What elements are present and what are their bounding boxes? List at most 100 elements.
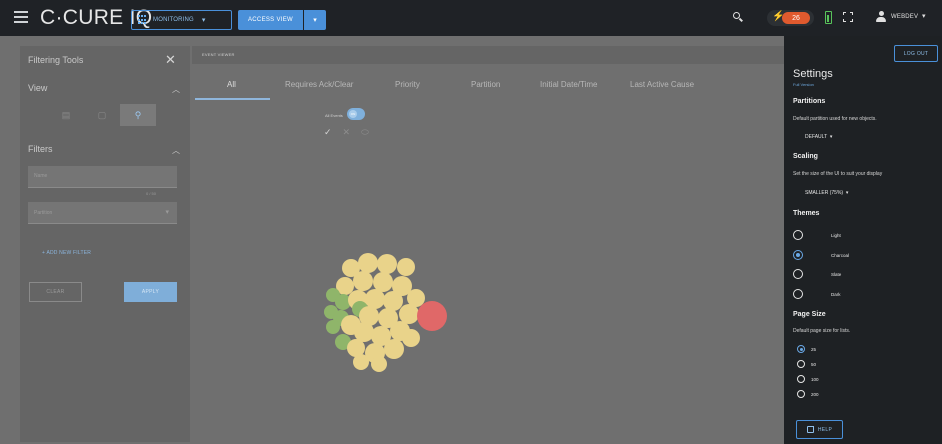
monitoring-label: MONITORING — [153, 17, 194, 23]
help-button[interactable]: HELP — [796, 420, 843, 439]
clear-x-icon[interactable]: ✕ — [343, 127, 351, 138]
close-icon[interactable]: ✕ — [165, 52, 176, 68]
tag-icon[interactable]: ⬭ — [361, 127, 369, 138]
theme-label-light: Light — [831, 233, 841, 238]
top-bar: C·CURE IQ MONITORING ▾ ACCESS VIEW ▾ ⚡ 2… — [0, 0, 942, 36]
event-bubble[interactable] — [399, 304, 419, 324]
search-icon[interactable] — [733, 12, 743, 22]
list-view-icon[interactable]: ▤ — [48, 104, 84, 126]
acknowledge-check-icon[interactable]: ✓ — [324, 127, 332, 138]
theme-radio-slate[interactable] — [793, 269, 803, 279]
event-bubble[interactable] — [354, 322, 374, 342]
clear-button[interactable]: CLEAR — [29, 282, 82, 302]
themes-section-label: Themes — [793, 210, 820, 217]
log-out-button[interactable]: LOG OUT — [894, 45, 938, 62]
filtering-tools-panel: Filtering Tools ✕ View ︿ ▤ ▢ ⚲ Filters ︿… — [20, 46, 190, 442]
all-events-label: All Events — [325, 113, 343, 118]
page-size-description: Default page size for lists. — [793, 328, 851, 334]
page-size-radio-200[interactable] — [797, 390, 805, 398]
all-events-toggle[interactable]: ON — [347, 108, 365, 120]
bubble-cluster — [324, 253, 447, 372]
theme-label-charcoal: Charcoal — [831, 253, 850, 258]
event-bubble-chart — [324, 253, 447, 372]
view-mode-toggle: ▤ ▢ ⚲ — [48, 104, 156, 126]
open-external-icon — [806, 426, 814, 433]
chevron-down-icon: ▾ — [828, 134, 833, 140]
apps-grid-icon — [138, 15, 148, 25]
settings-panel: LOG OUT Settings Full Version Partitions… — [784, 36, 942, 444]
tab-requires-ack-clear[interactable]: Requires Ack/Clear — [285, 80, 353, 89]
event-bubble[interactable] — [326, 320, 340, 334]
filters-section-label: Filters — [28, 144, 53, 154]
event-bubble[interactable] — [365, 289, 385, 309]
apply-button[interactable]: APPLY — [124, 282, 177, 302]
bubble-view-icon[interactable]: ⚲ — [120, 104, 156, 126]
event-viewer-header: EVENT VIEWER — [192, 46, 784, 64]
chevron-down-icon: ▾ — [201, 17, 206, 24]
app-root: C·CURE IQ MONITORING ▾ ACCESS VIEW ▾ ⚡ 2… — [0, 0, 942, 444]
user-icon[interactable] — [876, 11, 886, 22]
filters-collapse-chevron-icon[interactable]: ︿ — [172, 145, 180, 156]
event-bubble[interactable] — [353, 271, 373, 291]
hamburger-menu-icon[interactable] — [14, 11, 28, 23]
active-tab-indicator — [195, 98, 270, 100]
scaling-section-label: Scaling — [793, 153, 818, 160]
card-view-icon[interactable]: ▢ — [84, 104, 120, 126]
all-events-toggle-knob: ON — [349, 110, 357, 118]
chevron-down-icon: ▾ — [844, 190, 849, 196]
tab-last-active-cause[interactable]: Last Active Cause — [630, 80, 694, 89]
event-bubble[interactable] — [371, 356, 387, 372]
monitoring-dropdown-button[interactable]: MONITORING ▾ — [131, 10, 232, 30]
event-bubble[interactable] — [373, 272, 393, 292]
add-new-filter-button[interactable]: + ADD NEW FILTER — [42, 250, 91, 256]
theme-radio-dark[interactable] — [793, 289, 803, 299]
scaling-dropdown[interactable]: SMALLER (75%) ▾ — [805, 190, 848, 196]
add-new-filter-label: ADD NEW FILTER — [46, 250, 92, 256]
theme-radio-light[interactable] — [793, 230, 803, 240]
user-menu-chevron-icon[interactable]: ▾ — [922, 12, 926, 20]
chevron-down-icon: ▾ — [165, 209, 169, 216]
page-size-section-label: Page Size — [793, 311, 826, 318]
view-collapse-chevron-icon[interactable]: ︿ — [172, 84, 180, 95]
page-size-label-100: 100 — [811, 377, 819, 382]
page-size-label-50: 50 — [811, 362, 817, 367]
tab-all[interactable]: All — [227, 80, 236, 89]
tab-initial-date-time[interactable]: Initial Date/Time — [540, 80, 598, 89]
tab-priority[interactable]: Priority — [395, 80, 420, 89]
view-section-label: View — [28, 83, 48, 93]
tab-partition[interactable]: Partition — [471, 80, 500, 89]
name-filter-placeholder: Name — [34, 173, 48, 179]
event-bubble[interactable] — [402, 329, 420, 347]
name-filter-input[interactable]: Name — [28, 166, 177, 188]
page-size-radio-100[interactable] — [797, 375, 805, 383]
theme-label-dark: Dark — [831, 292, 841, 297]
page-size-radio-25[interactable] — [797, 345, 805, 353]
settings-full-version-link[interactable]: Full Version — [793, 82, 814, 87]
event-bubble[interactable] — [384, 339, 404, 359]
partition-dropdown[interactable]: DEFAULT ▾ — [805, 134, 832, 140]
partition-filter-placeholder: Partition — [34, 210, 53, 216]
name-character-counter: 0 / 50 — [146, 191, 157, 196]
event-viewer-tabs: All Requires Ack/Clear Priority Partitio… — [192, 73, 784, 100]
event-bubble[interactable] — [353, 354, 369, 370]
scaling-description: Set the size of the UI to suit your disp… — [793, 171, 883, 177]
battery-status-icon — [825, 11, 832, 24]
page-size-radio-50[interactable] — [797, 360, 805, 368]
access-view-button[interactable]: ACCESS VIEW — [238, 10, 303, 30]
event-action-icons: ✓ ✕ ⬭ — [324, 127, 369, 138]
event-viewer-title: EVENT VIEWER — [202, 52, 235, 57]
scaling-dropdown-value: SMALLER (75%) — [805, 190, 844, 196]
event-bubble[interactable] — [377, 254, 397, 274]
fullscreen-icon[interactable] — [843, 12, 853, 22]
partitions-section-label: Partitions — [793, 98, 826, 105]
partition-filter-select[interactable]: Partition ▾ — [28, 202, 177, 224]
partitions-description: Default partition used for new objects. — [793, 116, 877, 122]
filtering-tools-title: Filtering Tools — [28, 55, 84, 65]
access-view-dropdown-toggle[interactable]: ▾ — [304, 10, 326, 30]
theme-radio-charcoal[interactable] — [793, 250, 803, 260]
event-bubble[interactable] — [397, 258, 415, 276]
event-bubble[interactable] — [417, 301, 447, 331]
event-bubble[interactable] — [383, 291, 403, 311]
event-bubble[interactable] — [358, 253, 378, 273]
user-name[interactable]: WEBDEV — [891, 14, 918, 20]
